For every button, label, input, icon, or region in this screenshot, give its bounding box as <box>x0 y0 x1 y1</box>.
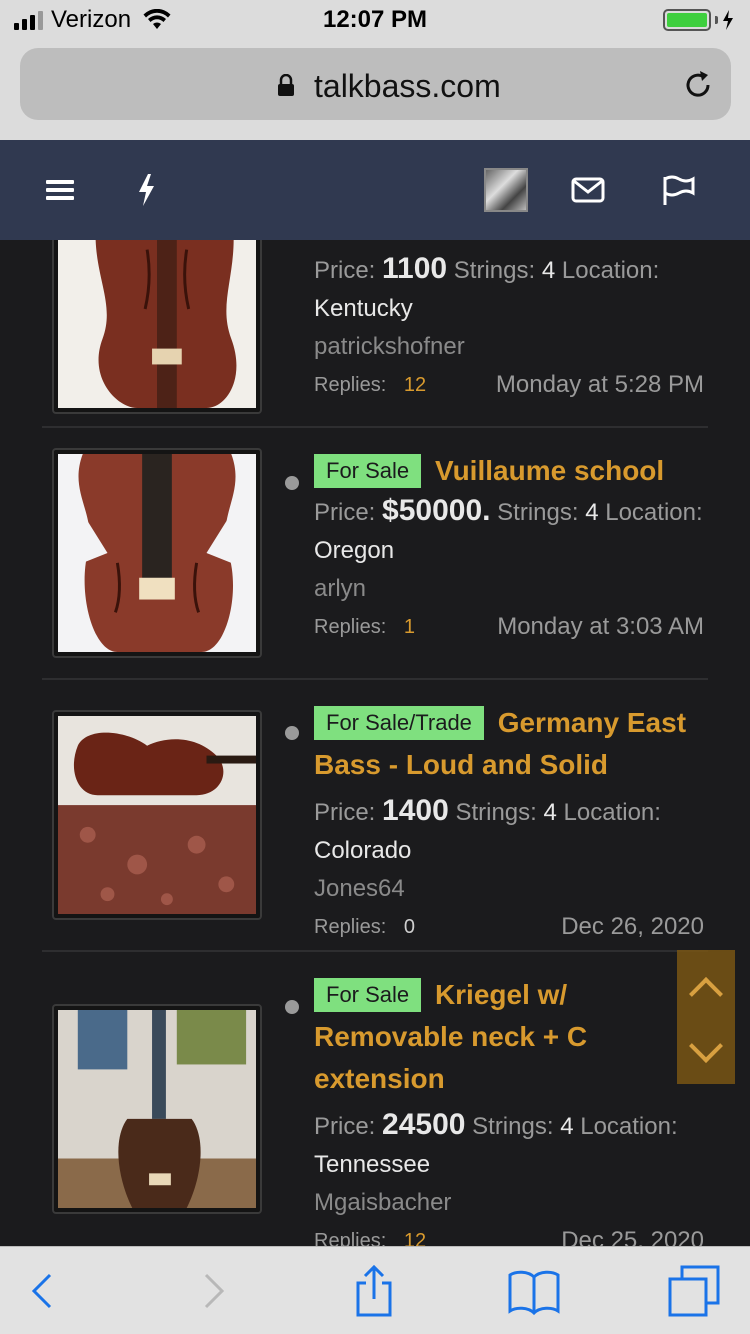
listing-feed: Price: 1100 Strings: 4 Location: Kentuck… <box>0 240 750 1246</box>
listing-meta: Replies: 0 Dec 26, 2020 <box>314 908 704 942</box>
tabs-icon[interactable] <box>668 1265 720 1317</box>
listing-thumbnail[interactable] <box>52 710 262 920</box>
mail-icon[interactable] <box>570 170 606 210</box>
unread-dot <box>285 1000 299 1014</box>
strings-value: 4 <box>543 799 557 826</box>
price-value: 1400 <box>382 794 449 827</box>
replies-count: 12 <box>403 1230 427 1246</box>
price-label: Price: <box>314 1113 376 1140</box>
status-bar: Verizon 12:07 PM <box>0 0 750 40</box>
strings-value: 4 <box>560 1113 574 1140</box>
listing-date: Monday at 3:03 AM <box>497 613 704 640</box>
lock-icon <box>278 74 294 96</box>
listing-meta: Replies: 12 Dec 25, 2020 <box>314 1222 704 1246</box>
replies-count: 12 <box>403 374 427 396</box>
listing-meta: Replies: 1 Monday at 3:03 AM <box>314 608 704 642</box>
address-bar[interactable]: talkbass.com <box>20 48 731 120</box>
location-value: Kentucky <box>314 295 413 322</box>
listing-title[interactable]: Vuillaume school <box>435 455 664 486</box>
replies-count: 1 <box>403 616 415 638</box>
author-name[interactable]: Mgaisbacher <box>314 1184 704 1222</box>
list-item[interactable]: For Sale/Trade Germany East Bass - Loud … <box>42 680 708 952</box>
unread-dot <box>285 476 299 490</box>
strings-label: Strings: <box>472 1113 554 1140</box>
list-item[interactable]: Price: 1100 Strings: 4 Location: Kentuck… <box>42 240 708 428</box>
location-label: Location: <box>563 799 661 826</box>
listing-thumbnail[interactable] <box>52 240 262 414</box>
unread-dot <box>285 726 299 740</box>
strings-label: Strings: <box>455 799 537 826</box>
location-value: Colorado <box>314 837 412 864</box>
listing-meta: Replies: 12 Monday at 5:28 PM <box>314 366 704 400</box>
bookmarks-icon[interactable] <box>508 1265 560 1317</box>
scroll-controls <box>677 950 735 1084</box>
list-item[interactable]: For Sale Vuillaume school Price: $50000.… <box>42 428 708 680</box>
lightning-icon[interactable] <box>134 170 158 210</box>
battery-icon <box>663 9 734 31</box>
price-label: Price: <box>314 499 376 526</box>
list-item[interactable]: For Sale Kriegel w/ Removable neck + C e… <box>42 952 708 1246</box>
price-value: $50000. <box>382 494 491 527</box>
back-icon[interactable] <box>18 1265 70 1317</box>
forward-icon[interactable] <box>186 1265 238 1317</box>
strings-value: 4 <box>585 499 599 526</box>
price-label: Price: <box>314 799 376 826</box>
author-name[interactable]: Jones64 <box>314 870 704 908</box>
author-name[interactable]: patrickshofner <box>314 328 704 366</box>
location-label: Location: <box>561 257 660 284</box>
location-label: Location: <box>580 1113 678 1140</box>
browser-chrome: talkbass.com <box>0 40 750 140</box>
location-value: Tennessee <box>314 1151 431 1178</box>
share-icon[interactable] <box>348 1265 400 1317</box>
replies-label: Replies: <box>314 374 387 396</box>
user-avatar[interactable] <box>484 168 528 212</box>
replies-label: Replies: <box>314 616 387 638</box>
strings-value: 4 <box>541 257 556 284</box>
prefix-badge[interactable]: For Sale <box>314 978 422 1012</box>
listing-date: Dec 25, 2020 <box>561 1227 704 1246</box>
listing-thumbnail[interactable] <box>52 448 262 658</box>
location-value: Oregon <box>314 537 395 564</box>
listing-thumbnail[interactable] <box>52 1004 262 1214</box>
listing-date: Dec 26, 2020 <box>561 913 704 940</box>
replies-label: Replies: <box>314 1230 387 1246</box>
url-text[interactable]: talkbass.com <box>314 68 501 105</box>
location-label: Location: <box>605 499 703 526</box>
strings-label: Strings: <box>497 499 579 526</box>
charging-icon <box>723 10 733 30</box>
author-name[interactable]: arlyn <box>314 570 704 608</box>
replies-count: 0 <box>403 916 415 938</box>
menu-icon[interactable] <box>46 170 74 210</box>
prefix-badge[interactable]: For Sale/Trade <box>314 706 484 740</box>
price-value: 24500 <box>382 1108 466 1141</box>
price-label: Price: <box>314 257 376 284</box>
browser-toolbar <box>0 1246 750 1334</box>
reload-icon[interactable] <box>681 68 715 102</box>
site-nav <box>0 140 750 240</box>
clock: 12:07 PM <box>322 6 428 33</box>
listing-date: Monday at 5:28 PM <box>495 371 704 398</box>
strings-label: Strings: <box>453 257 536 284</box>
flag-icon[interactable] <box>662 170 696 210</box>
scroll-down-icon[interactable] <box>689 1029 723 1063</box>
price-value: 1100 <box>382 252 448 285</box>
prefix-badge[interactable]: For Sale <box>314 454 422 488</box>
replies-label: Replies: <box>314 916 387 938</box>
scroll-up-icon[interactable] <box>689 977 723 1011</box>
